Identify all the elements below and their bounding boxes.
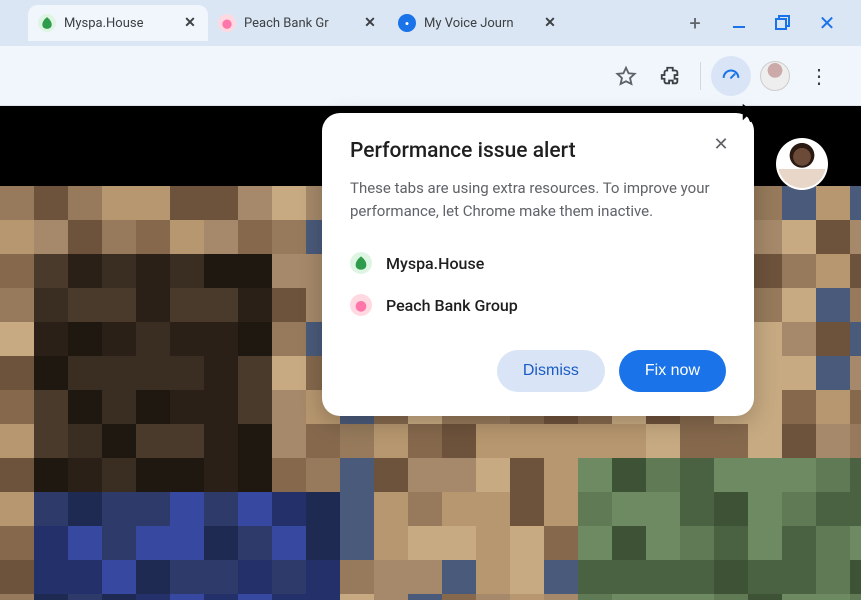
svg-text:●: ● (405, 20, 409, 28)
site-row: Myspa.House (350, 242, 726, 284)
popup-body: These tabs are using extra resources. To… (350, 177, 726, 222)
tab-myspa[interactable]: Myspa.House ✕ (28, 5, 208, 41)
tab-strip: Myspa.House ✕ Peach Bank Gr ✕ ● My Voice… (0, 0, 861, 46)
leaf-icon (38, 14, 56, 32)
separator (700, 62, 701, 90)
tab-voice[interactable]: ● My Voice Journ ✕ (388, 5, 568, 41)
popup-title: Performance issue alert (350, 139, 726, 163)
close-icon[interactable]: ✕ (708, 131, 734, 157)
close-icon[interactable]: ✕ (542, 15, 558, 31)
bookmark-icon[interactable] (606, 56, 646, 96)
tab-label: Peach Bank Gr (244, 16, 354, 31)
site-label: Peach Bank Group (386, 296, 518, 315)
voice-icon: ● (398, 14, 416, 32)
performance-icon[interactable] (711, 56, 751, 96)
profile-avatar[interactable] (755, 56, 795, 96)
close-icon[interactable]: ✕ (182, 15, 198, 31)
performance-alert-popup: ✕ Performance issue alert These tabs are… (322, 113, 754, 416)
minimize-button[interactable] (729, 13, 749, 33)
leaf-icon (350, 252, 372, 274)
fix-now-button[interactable]: Fix now (619, 350, 726, 392)
participant-avatar[interactable] (778, 140, 826, 188)
peach-icon (218, 14, 236, 32)
peach-icon (350, 294, 372, 316)
close-window-button[interactable]: ✕ (817, 13, 837, 33)
tab-label: My Voice Journ (424, 16, 534, 31)
maximize-button[interactable] (773, 13, 793, 33)
close-icon[interactable]: ✕ (362, 15, 378, 31)
tab-peach[interactable]: Peach Bank Gr ✕ (208, 5, 388, 41)
dismiss-button[interactable]: Dismiss (497, 350, 605, 392)
new-tab-button[interactable]: + (685, 13, 705, 33)
popup-actions: Dismiss Fix now (350, 350, 726, 392)
extensions-icon[interactable] (650, 56, 690, 96)
site-row: Peach Bank Group (350, 284, 726, 326)
menu-icon[interactable]: ⋮ (799, 56, 839, 96)
browser-toolbar: ⋮ (0, 46, 861, 106)
site-label: Myspa.House (386, 254, 484, 273)
window-controls: + ✕ (685, 13, 861, 33)
tab-label: Myspa.House (64, 16, 174, 31)
